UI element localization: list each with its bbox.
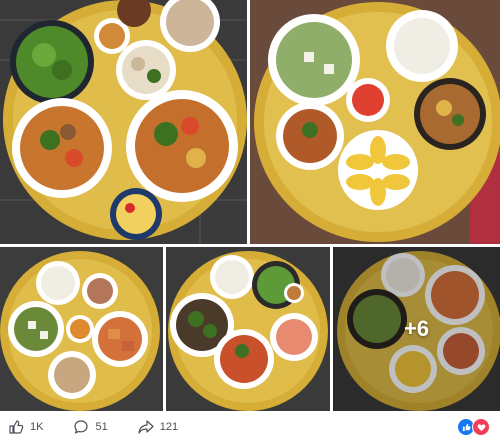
photo-gallery: +6 bbox=[0, 0, 500, 411]
share-count: 121 bbox=[159, 421, 179, 433]
photo-2[interactable] bbox=[250, 0, 500, 244]
photo-4[interactable] bbox=[166, 247, 330, 411]
share-button[interactable]: 121 bbox=[138, 419, 178, 435]
share-icon bbox=[138, 420, 154, 434]
photo-3[interactable] bbox=[0, 247, 163, 411]
food-tray-image bbox=[0, 247, 163, 411]
more-photos-count: +6 bbox=[403, 316, 430, 341]
more-photos-overlay[interactable]: +6 bbox=[333, 247, 500, 411]
reactions-summary[interactable] bbox=[457, 418, 490, 436]
love-reaction-icon bbox=[472, 418, 490, 436]
comment-button[interactable]: 51 bbox=[73, 419, 108, 435]
comment-count: 51 bbox=[95, 421, 108, 433]
food-tray-image bbox=[0, 0, 247, 244]
food-tray-image bbox=[250, 0, 500, 244]
thumbs-up-icon bbox=[9, 420, 24, 434]
photo-1[interactable] bbox=[0, 0, 247, 244]
food-tray-image bbox=[166, 247, 330, 411]
comment-icon bbox=[74, 420, 89, 434]
like-count: 1K bbox=[30, 421, 44, 433]
action-bar: 1K 51 121 bbox=[0, 411, 500, 443]
like-button[interactable]: 1K bbox=[8, 419, 43, 435]
photo-5[interactable]: +6 bbox=[333, 247, 500, 411]
